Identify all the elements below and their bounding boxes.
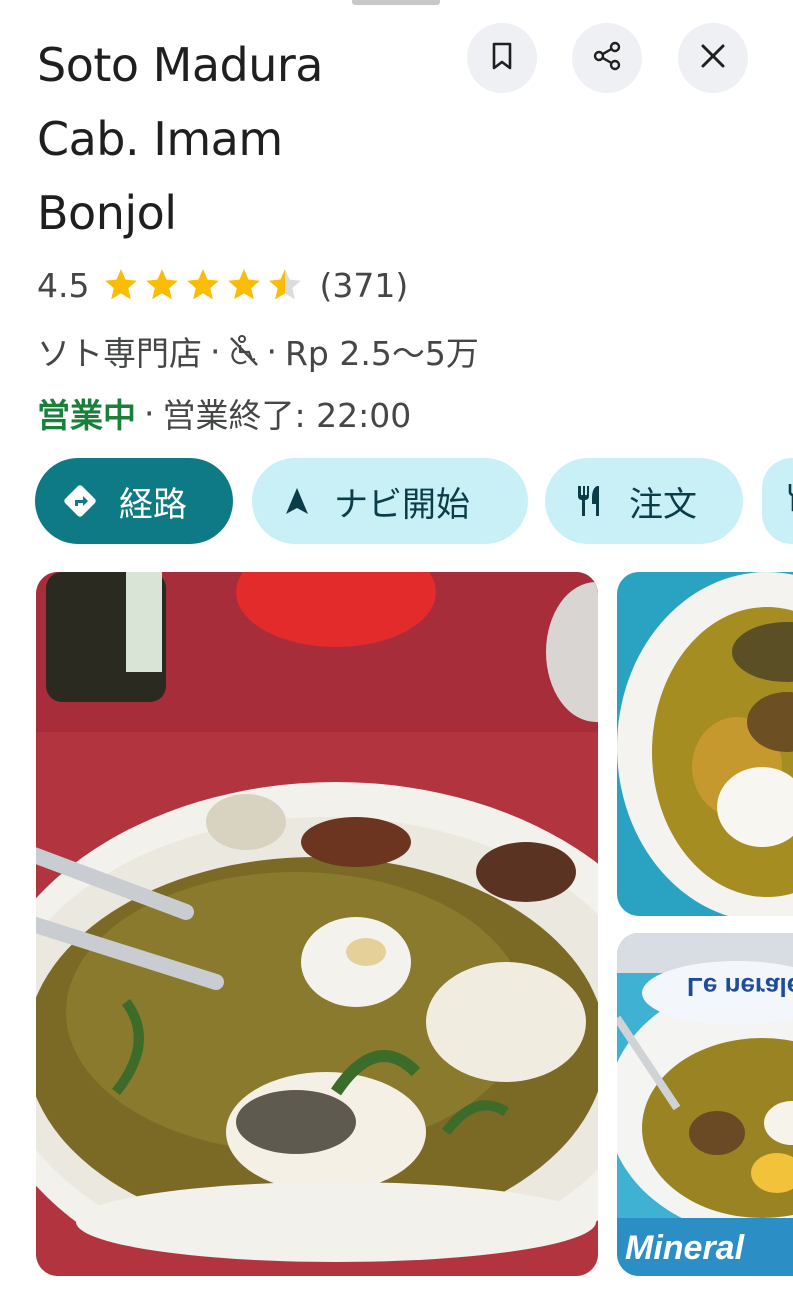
place-category: ソト専門店	[37, 334, 202, 373]
review-count: (371)	[319, 265, 409, 305]
star-icon	[187, 269, 220, 300]
start-navigation-button[interactable]: ナビ開始	[252, 458, 528, 544]
soto-bowl-image	[36, 572, 598, 1276]
photo-thumbnail-1[interactable]	[617, 572, 793, 916]
place-title-line-1: Soto Madura	[37, 38, 323, 92]
half-star-icon	[269, 269, 302, 300]
bookmark-icon	[490, 41, 514, 75]
rating-row[interactable]: 4.5 (371)	[37, 262, 408, 308]
more-action-chip[interactable]	[762, 458, 793, 544]
price-range: Rp 2.5〜5万	[285, 334, 479, 373]
star-icon	[146, 269, 179, 300]
photo-thumbnail-2[interactable]: Le nerale Mineral	[617, 933, 793, 1276]
share-icon	[591, 40, 623, 76]
share-button[interactable]	[572, 23, 642, 93]
category-row: ソト専門店 · · Rp 2.5〜5万	[37, 328, 479, 374]
sign-text-mirrored: Le nerale	[687, 972, 793, 1002]
star-icon	[105, 269, 138, 300]
restaurant-icon	[788, 481, 793, 521]
not-wheelchair-accessible-icon	[229, 335, 259, 367]
order-label: 注文	[629, 484, 697, 525]
sign-text: Mineral	[625, 1229, 745, 1267]
order-button[interactable]: 注文	[545, 458, 743, 544]
star-icon	[228, 269, 261, 300]
open-status: 営業中	[37, 396, 136, 435]
close-icon	[699, 42, 727, 74]
save-button[interactable]	[467, 23, 537, 93]
star-rating	[101, 266, 305, 304]
rating-value: 4.5	[37, 265, 90, 305]
separator: ·	[266, 331, 278, 371]
directions-button[interactable]: 経路	[35, 458, 233, 544]
separator: ·	[210, 331, 221, 371]
closing-time: 営業終了: 22:00	[162, 396, 412, 435]
place-title-line-2: Cab. Imam	[37, 112, 283, 166]
hours-row[interactable]: 営業中 · 営業終了: 22:00	[37, 390, 411, 436]
directions-icon	[63, 484, 97, 518]
drag-handle[interactable]	[352, 0, 440, 5]
close-button[interactable]	[678, 23, 748, 93]
restaurant-icon	[575, 484, 607, 518]
soto-bowl-image	[617, 572, 793, 916]
place-title-line-3: Bonjol	[37, 186, 177, 240]
place-title: Soto Madura Cab. Imam Bonjol	[37, 28, 437, 250]
directions-label: 経路	[119, 484, 187, 525]
main-photo[interactable]	[36, 572, 598, 1276]
separator: ·	[144, 393, 155, 433]
navigation-arrow-icon	[282, 486, 312, 516]
navigation-label: ナビ開始	[334, 484, 470, 525]
